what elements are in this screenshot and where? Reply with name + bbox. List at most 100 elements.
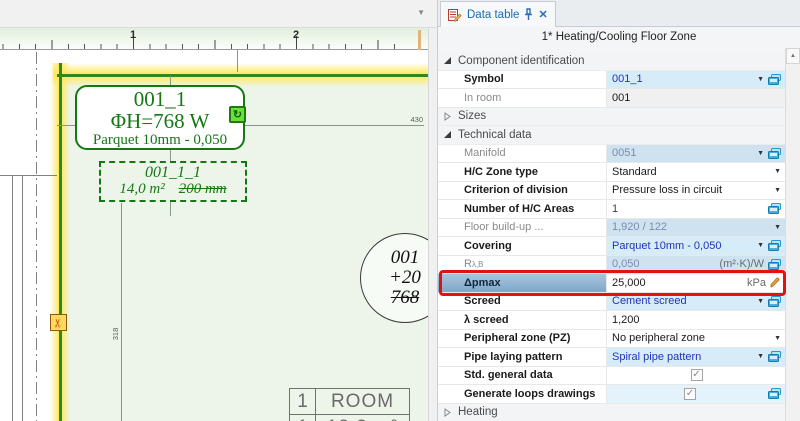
floor-buildup-value-field[interactable]: 1,920 / 122 ▼ xyxy=(606,219,785,237)
unit-label: (m²·K)/W xyxy=(719,258,764,270)
property-label: Rλ,B xyxy=(438,256,606,274)
unit-label: kPa xyxy=(747,277,766,289)
property-label: Screed xyxy=(438,293,606,311)
checkbox-checked[interactable]: ✓ xyxy=(691,369,703,381)
row-floor-build-up: Floor build-up ... 1,920 / 122 ▼ xyxy=(438,219,785,238)
section-label: Sizes xyxy=(458,110,486,122)
dropdown-icon[interactable]: ▼ xyxy=(774,168,781,175)
pin-icon[interactable] xyxy=(524,8,533,21)
section-technical-data[interactable]: Technical data xyxy=(438,126,785,145)
screed-value-field[interactable]: Cement screed ▼ xyxy=(606,293,785,311)
data-table-icon xyxy=(448,8,462,22)
ruler-number: 1 xyxy=(130,29,136,41)
shared-data-icon[interactable] xyxy=(768,148,781,159)
section-label: Component identification xyxy=(458,55,585,67)
shared-data-icon[interactable] xyxy=(768,259,781,270)
zone-label-box[interactable]: 001_1 ΦH=768 W Parquet 10mm - 0,050 xyxy=(75,85,245,150)
dropdown-icon[interactable]: ▼ xyxy=(774,224,781,231)
data-table-panel: Data table ✕ 1* Heating/Cooling Floor Zo… xyxy=(437,0,800,421)
toolbar-dropdown-icon[interactable]: ▼ xyxy=(417,8,425,17)
r-lambda-value-field[interactable]: 0,050 (m²·K)/W xyxy=(606,256,785,274)
criterion-value-field[interactable]: Pressure loss in circuit ▼ xyxy=(606,182,785,200)
shared-data-icon[interactable] xyxy=(768,388,781,399)
row-hc-zone-type: H/C Zone type Standard ▼ xyxy=(438,163,785,182)
panel-title: 1* Heating/Cooling Floor Zone xyxy=(438,27,800,48)
expander-collapsed-icon xyxy=(443,112,452,121)
room-table-name: ROOM xyxy=(316,389,410,415)
peripheral-zone-value-field[interactable]: No peripheral zone ▼ xyxy=(606,330,785,348)
zone-type-value-field[interactable]: Standard ▼ xyxy=(606,163,785,181)
zone-power-text: ΦH=768 W xyxy=(77,110,243,132)
drawing-toolbar: ▼ xyxy=(0,0,437,28)
property-label: Std. general data xyxy=(438,367,606,385)
room-load-text: 768 xyxy=(391,288,420,308)
dropdown-icon[interactable]: ▼ xyxy=(757,76,764,83)
room-info-table[interactable]: 1 ROOM 1 18,3 m² xyxy=(289,388,410,421)
dimension-text-430: 430 xyxy=(410,115,423,124)
ruler-cursor-marker xyxy=(418,30,421,50)
property-label: λ screed xyxy=(438,311,606,329)
shared-data-icon[interactable] xyxy=(768,296,781,307)
panel-scrollbar[interactable]: ▲ xyxy=(785,48,800,421)
expander-expanded-icon xyxy=(443,56,452,65)
pipe-pattern-value-field[interactable]: Spiral pipe pattern ▼ xyxy=(606,348,785,366)
row-covering: Covering Parquet 10mm - 0,050 ▼ xyxy=(438,237,785,256)
application-window: ▼ 1 2 430 xyxy=(0,0,800,421)
section-label: Technical data xyxy=(458,129,532,141)
property-grid: Component identification Symbol 001_1 ▼ … xyxy=(438,48,785,421)
lambda-screed-value-field[interactable]: 1,200 xyxy=(606,311,785,329)
room-number-text: 001 xyxy=(391,248,420,268)
expander-expanded-icon xyxy=(443,130,452,139)
covering-value-field[interactable]: Parquet 10mm - 0,050 ▼ xyxy=(606,237,785,255)
checkbox-checked[interactable]: ✓ xyxy=(684,388,696,400)
section-heating[interactable]: Heating xyxy=(438,404,785,421)
area-symbol-text: 001_1_1 xyxy=(101,164,245,181)
rotate-handle-icon[interactable]: ↻ xyxy=(229,106,246,123)
row-pipe-laying-pattern: Pipe laying pattern Spiral pipe pattern … xyxy=(438,348,785,367)
symbol-value-field[interactable]: 001_1 ▼ xyxy=(606,71,785,89)
dropdown-icon[interactable]: ▼ xyxy=(757,150,764,157)
close-icon[interactable]: ✕ xyxy=(538,8,547,21)
property-label: Manifold xyxy=(438,145,606,163)
shared-data-icon[interactable] xyxy=(768,351,781,362)
row-r-lambda-b: Rλ,B 0,050 (m²·K)/W xyxy=(438,256,785,275)
table-row: 1 18,3 m² xyxy=(290,415,410,421)
room-table-area: 18,3 m² xyxy=(316,415,410,421)
tab-data-table[interactable]: Data table ✕ xyxy=(440,1,556,27)
dimension-text-318: 318 xyxy=(111,328,120,341)
dropdown-icon[interactable]: ▼ xyxy=(774,335,781,342)
row-manifold: Manifold 0051 ▼ xyxy=(438,145,785,164)
row-criterion-of-division: Criterion of division Pressure loss in c… xyxy=(438,182,785,201)
area-label-box[interactable]: 001_1_1 14,0 m²200 mm xyxy=(99,161,247,202)
row-generate-loops-drawings: Generate loops drawings ✓ xyxy=(438,385,785,404)
section-component-identification[interactable]: Component identification xyxy=(438,52,785,71)
in-room-value-field[interactable]: 001 xyxy=(606,89,785,107)
room-temp-text: +20 xyxy=(389,268,421,288)
scroll-up-icon[interactable]: ▲ xyxy=(786,48,800,64)
canvas-scrollbar-strip[interactable] xyxy=(428,28,437,421)
section-label: Heating xyxy=(458,406,498,418)
rotate-glyph: ↻ xyxy=(233,108,242,121)
wall-cut-marker[interactable]: ✂ xyxy=(50,314,67,331)
dropdown-icon[interactable]: ▼ xyxy=(757,298,764,305)
horizontal-ruler: 1 2 xyxy=(0,28,428,50)
row-symbol: Symbol 001_1 ▼ xyxy=(438,71,785,90)
shared-data-icon[interactable] xyxy=(768,203,781,214)
areas-count-value-field[interactable]: 1 xyxy=(606,200,785,218)
room-table-number: 1 xyxy=(290,389,316,415)
edit-pencil-icon[interactable] xyxy=(770,277,781,288)
dropdown-icon[interactable]: ▼ xyxy=(757,353,764,360)
property-label: Number of H/C Areas xyxy=(438,200,606,218)
shared-data-icon[interactable] xyxy=(768,240,781,251)
shared-data-icon[interactable] xyxy=(768,74,781,85)
property-label: In room xyxy=(438,89,606,107)
dropdown-icon[interactable]: ▼ xyxy=(757,242,764,249)
section-sizes[interactable]: Sizes xyxy=(438,108,785,127)
dropdown-icon[interactable]: ▼ xyxy=(774,187,781,194)
manifold-value-field[interactable]: 0051 ▼ xyxy=(606,145,785,163)
property-label: Pipe laying pattern xyxy=(438,348,606,366)
delta-pmax-value-field[interactable]: 25,000 kPa xyxy=(606,274,785,292)
drawing-area: ▼ 1 2 430 xyxy=(0,0,437,421)
drawing-viewport[interactable]: 430 318 001_1 ΦH=768 W Parquet 10mm - 0,… xyxy=(0,50,428,421)
row-lambda-screed: λ screed 1,200 xyxy=(438,311,785,330)
